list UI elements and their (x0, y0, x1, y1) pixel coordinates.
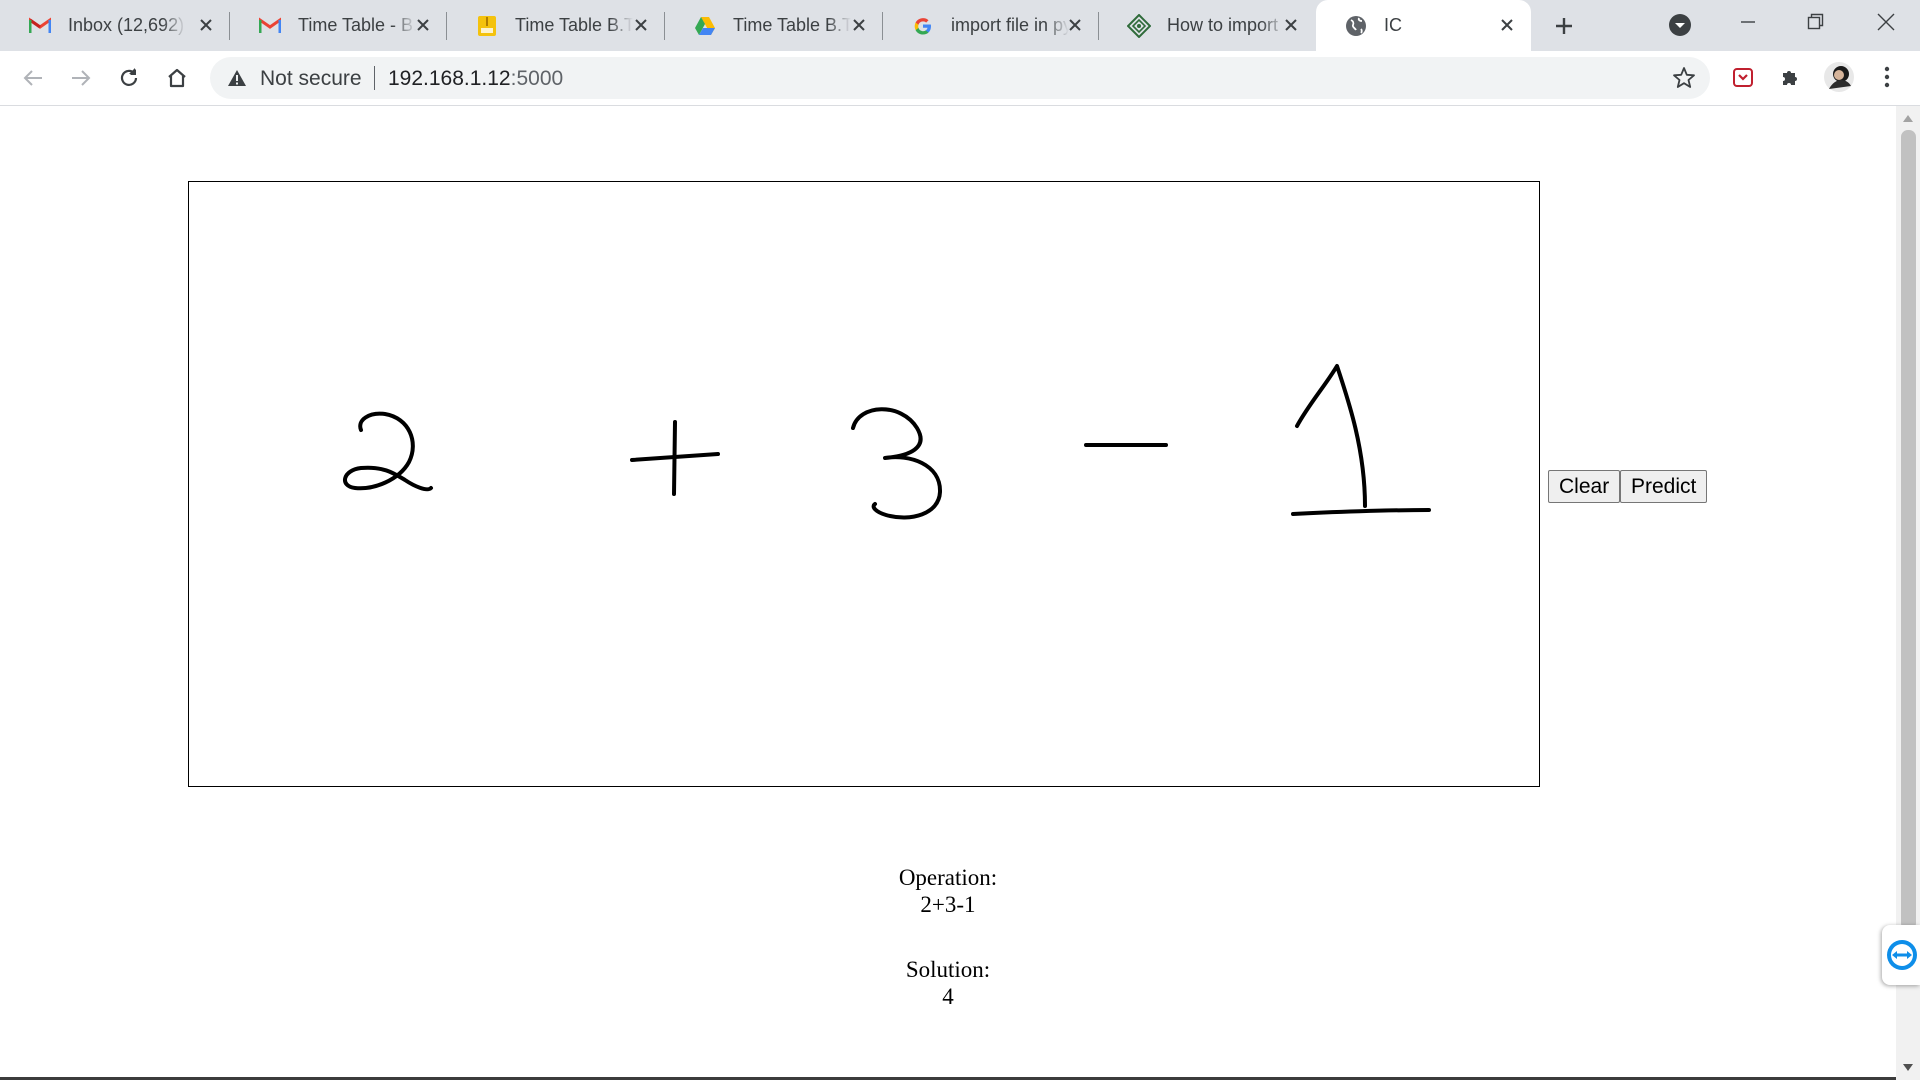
url-port: :5000 (510, 67, 564, 90)
new-tab-button[interactable] (1548, 10, 1580, 42)
url-host: 192.168.1.12 (388, 67, 511, 90)
tab-title: IC (1384, 15, 1402, 35)
teamviewer-icon (1887, 940, 1917, 970)
restore-button[interactable] (1788, 0, 1844, 44)
google-icon (911, 14, 935, 38)
forward-arrow-icon[interactable] (66, 63, 96, 93)
tab-search-button[interactable] (1667, 12, 1693, 38)
teamviewer-widget[interactable] (1882, 925, 1920, 985)
scrollbar-thumb[interactable] (1901, 130, 1916, 930)
gmail-icon (258, 14, 282, 38)
zip-icon (475, 14, 499, 38)
tab-title: Time Table B.Tech (733, 15, 851, 35)
tab-gmail-timetable[interactable]: Time Table - B.Tech (230, 0, 447, 51)
drawing-canvas[interactable] (188, 181, 1540, 787)
tab-drive-timetable[interactable]: Time Table B.Tech (665, 0, 883, 51)
tab-title: import file in python (951, 15, 1069, 35)
globe-icon (1344, 14, 1368, 38)
close-icon[interactable] (631, 15, 651, 35)
website-icon (1127, 13, 1151, 38)
minimize-button[interactable] (1720, 0, 1776, 44)
browser-toolbar: Not secure 192.168.1.12:5000 (0, 51, 1920, 106)
close-icon[interactable] (413, 15, 433, 35)
operation-block: Operation: 2+3-1 (0, 864, 1896, 918)
avatar[interactable] (1823, 61, 1855, 93)
clear-button[interactable]: Clear (1548, 470, 1621, 503)
tab-ic-active[interactable]: IC (1316, 0, 1531, 51)
back-arrow-icon[interactable] (18, 63, 48, 93)
close-window-button[interactable] (1858, 0, 1914, 44)
drawn-digit-3 (851, 407, 943, 520)
extensions-puzzle-icon[interactable] (1777, 63, 1805, 91)
url-text[interactable]: 192.168.1.12:5000 (388, 67, 563, 91)
tab-zip-timetable[interactable]: Time Table B.Tech (447, 0, 665, 51)
solution-block: Solution: 4 (0, 956, 1896, 1010)
gmail-icon (28, 14, 52, 38)
tab-title: How to import (1167, 15, 1279, 35)
drawn-plus-vertical (672, 420, 677, 496)
drawn-digit-1-stroke (1295, 364, 1367, 508)
scroll-up-arrow-icon[interactable] (1901, 112, 1915, 126)
google-drive-icon (693, 14, 717, 38)
solution-value: 4 (942, 984, 954, 1009)
close-icon[interactable] (849, 15, 869, 35)
bookmark-star-icon[interactable] (1672, 66, 1696, 90)
tab-strip: Inbox (12,692) Time Table - B.Tech Time … (0, 0, 1920, 51)
home-icon[interactable] (162, 63, 192, 93)
tab-how-to-import[interactable]: How to import (1099, 0, 1315, 51)
close-icon[interactable] (1281, 15, 1301, 35)
reload-icon[interactable] (114, 63, 144, 93)
tab-title: Inbox (12,692) (68, 15, 185, 35)
page-viewport: Clear Predict Operation: 2+3-1 Solution:… (0, 106, 1896, 1080)
tab-gmail-inbox[interactable]: Inbox (12,692) (0, 0, 230, 51)
operation-value: 2+3-1 (920, 892, 976, 917)
scroll-down-arrow-icon[interactable] (1901, 1060, 1915, 1074)
operation-label: Operation: (898, 865, 998, 890)
solution-label: Solution: (905, 957, 991, 982)
divider (374, 66, 375, 90)
drawn-digit-2 (343, 411, 433, 492)
tab-title: Time Table B.Tech (515, 15, 633, 35)
tab-google-search[interactable]: import file in python (883, 0, 1099, 51)
warning-icon[interactable] (226, 67, 248, 89)
address-bar[interactable]: Not secure 192.168.1.12:5000 (210, 57, 1710, 99)
predict-button[interactable]: Predict (1620, 470, 1708, 503)
close-icon[interactable] (196, 15, 216, 35)
pocket-extension-icon[interactable] (1729, 63, 1757, 91)
close-icon[interactable] (1065, 15, 1085, 35)
kebab-menu-icon[interactable] (1873, 63, 1901, 91)
drawn-digit-1-base (1291, 508, 1431, 516)
tab-title: Time Table - B.Tech (298, 15, 416, 35)
close-icon[interactable] (1497, 15, 1517, 35)
security-label[interactable]: Not secure (260, 67, 362, 91)
